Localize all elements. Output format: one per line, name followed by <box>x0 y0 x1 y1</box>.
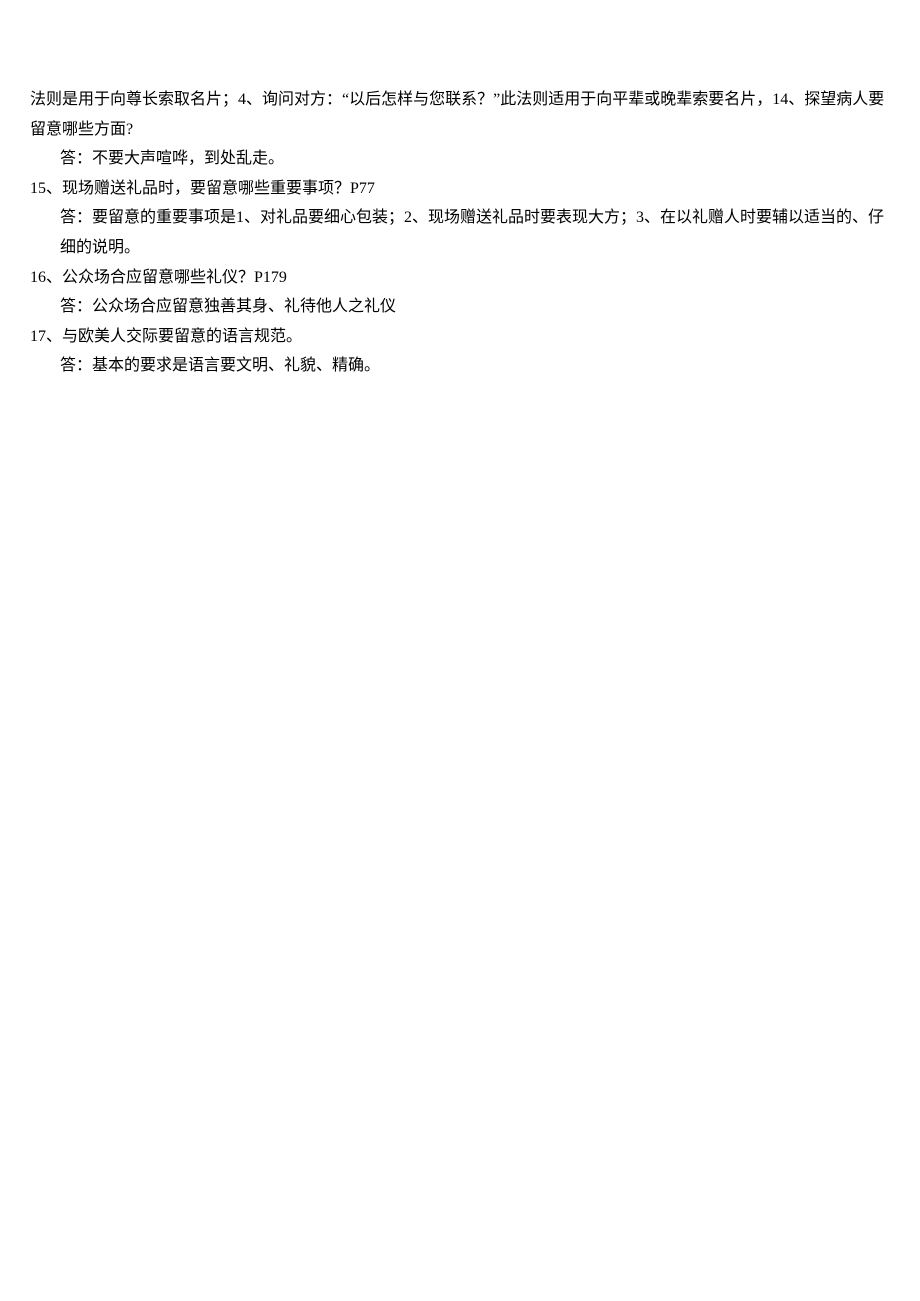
text-line: 答：要留意的重要事项是1、对礼品要细心包装；2、现场赠送礼品时要表现大方；3、在… <box>30 203 890 262</box>
text-line: 16、公众场合应留意哪些礼仪？P179 <box>30 263 890 293</box>
text-line: 15、现场赠送礼品时，要留意哪些重要事项？P77 <box>30 174 890 204</box>
text-line: 17、与欧美人交际要留意的语言规范。 <box>30 322 890 352</box>
text-line: 答：不要大声喧哗，到处乱走。 <box>30 144 890 174</box>
text-line: 答：公众场合应留意独善其身、礼待他人之礼仪 <box>30 292 890 322</box>
text-line: 答：基本的要求是语言要文明、礼貌、精确。 <box>30 351 890 381</box>
text-line: 法则是用于向尊长索取名片；4、询问对方：“以后怎样与您联系？”此法则适用于向平辈… <box>30 85 890 144</box>
document-page: 法则是用于向尊长索取名片；4、询问对方：“以后怎样与您联系？”此法则适用于向平辈… <box>0 0 920 411</box>
